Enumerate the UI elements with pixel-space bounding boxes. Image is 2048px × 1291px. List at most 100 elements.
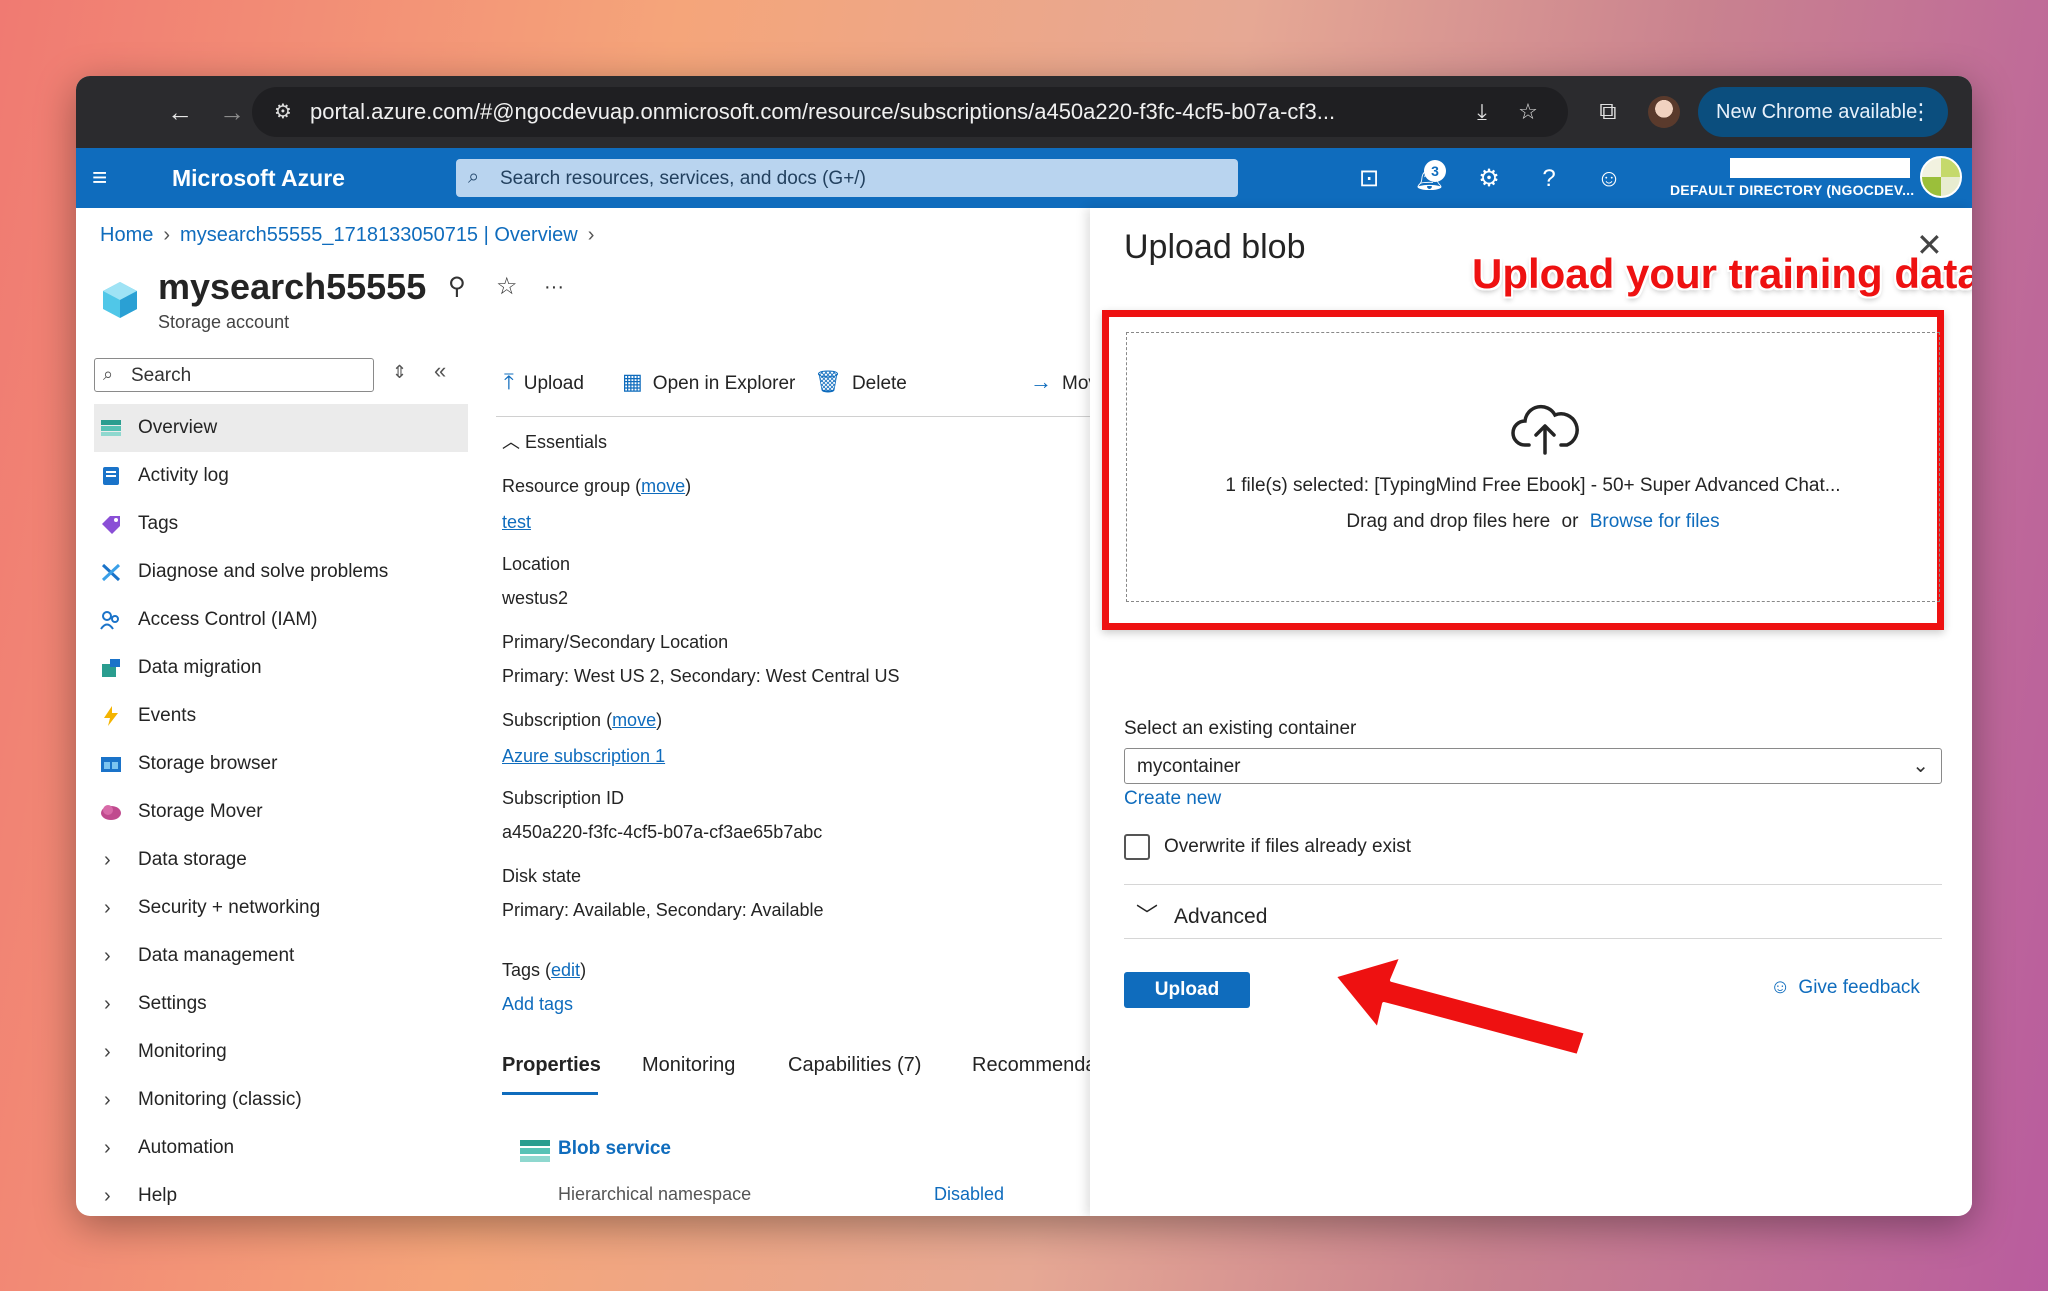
tab-recommendations[interactable]: Recommenda [972,1054,1097,1077]
arrow-right-icon: → [1030,369,1052,394]
essentials-toggle[interactable]: ︿ Essentials [502,428,607,454]
sidebar-search-input[interactable]: ⌕ Search [94,358,374,392]
back-icon[interactable]: ← [164,96,196,128]
sidebar-item-tags[interactable]: Tags [94,500,468,548]
create-new-link[interactable]: Create new [1124,788,1221,810]
advanced-toggle[interactable]: ﹀ Advanced [1136,898,1267,930]
open-explorer-command[interactable]: ▦ Open in Explorer [622,362,795,404]
sidebar-item-events[interactable]: Events [94,692,468,740]
help-icon[interactable]: ? [1534,164,1564,194]
give-feedback-link[interactable]: ☺ Give feedback [1770,976,1920,999]
azure-brand[interactable]: Microsoft Azure [172,165,345,192]
tab-monitoring[interactable]: Monitoring [642,1054,735,1077]
sidebar-search-placeholder: Search [131,365,192,386]
sidebar-group-monitoring-classic[interactable]: › Monitoring (classic) [94,1076,468,1124]
sidebar-group-data-storage[interactable]: › Data storage [94,836,468,884]
portal-menu-icon[interactable]: ≡ [92,164,118,190]
breadcrumb-home[interactable]: Home [100,224,153,246]
notification-badge: 3 [1424,160,1446,182]
activity-log-icon [103,467,119,485]
sidebar-item-label: Data storage [138,849,247,870]
breadcrumb: Home › mysearch55555_1718133050715 | Overv… [100,224,604,247]
browse-files-link[interactable]: Browse for files [1590,511,1720,532]
search-icon: ⌕ [103,364,114,384]
subscription-value[interactable]: Azure subscription 1 [502,746,665,767]
give-feedback-label: Give feedback [1798,977,1920,998]
file-drop-zone[interactable]: 1 file(s) selected: [TypingMind Free Ebo… [1126,332,1940,602]
resource-group-value[interactable]: test [502,512,531,533]
install-app-icon[interactable]: ⤓ [1468,98,1496,126]
sidebar-group-security-networking[interactable]: › Security + networking [94,884,468,932]
move-resource-group-link[interactable]: move [641,476,685,496]
bookmark-star-icon[interactable]: ☆ [1514,98,1542,126]
toolbar-divider [496,416,1090,417]
sidebar-item-storage-mover[interactable]: Storage Mover [94,788,468,836]
advanced-label: Advanced [1174,905,1268,928]
sidebar-item-activity-log[interactable]: Activity log [94,452,468,500]
blob-service-title[interactable]: Blob service [558,1138,671,1160]
sidebar-group-help[interactable]: › Help [94,1172,468,1216]
hierarchical-namespace-value[interactable]: Disabled [934,1184,1004,1205]
upload-button[interactable]: Upload [1124,972,1250,1008]
move-subscription-link[interactable]: move [612,710,656,730]
cloud-mover-icon [101,805,121,820]
sidebar-group-settings[interactable]: › Settings [94,980,468,1028]
subscription-id-value: a450a220-f3fc-4cf5-b07a-cf3ae65b7abc [502,822,823,842]
chrome-menu-icon[interactable]: ⋮ [1910,87,1932,137]
subscription-label: Subscription (move) [502,710,663,730]
favorite-star-icon[interactable]: ☆ [496,272,518,301]
address-bar[interactable]: ⚙ portal.azure.com/#@ngocdevuap.onmicros… [252,87,1568,137]
or-text: or [1561,511,1579,532]
upload-command-label: Upload [523,373,584,394]
location-value: westus2 [502,588,569,608]
directory-name[interactable]: DEFAULT DIRECTORY (NGOCDEV... [1670,182,1914,198]
sidebar-item-overview[interactable]: Overview [94,404,468,452]
sidebar-item-label: Data management [138,945,295,966]
extensions-icon[interactable]: ⧉ [1592,96,1624,128]
more-options-icon[interactable]: ··· [544,276,564,299]
edit-tags-link[interactable]: edit [551,960,580,980]
sidebar-item-label: Access Control (IAM) [138,609,318,630]
chevron-right-icon: › [104,1089,111,1111]
divider [1124,938,1942,939]
open-explorer-label: Open in Explorer [652,373,796,394]
breadcrumb-overview[interactable]: mysearch55555_1718133050715 | Overview [180,224,578,246]
sidebar-item-data-migration[interactable]: Data migration [94,644,468,692]
tags-label-text: Tags [502,960,541,980]
sidebar-item-label: Storage Mover [138,801,263,822]
storage-browser-icon [101,757,121,772]
collapse-sidebar-icon[interactable]: « [434,358,446,384]
chevron-right-icon: › [104,945,111,967]
site-settings-icon[interactable]: ⚙ [270,99,296,125]
feedback-icon[interactable]: ☺ [1594,164,1624,194]
new-chrome-button[interactable]: New Chrome available ⋮ [1698,87,1948,137]
sidebar-item-diagnose[interactable]: Diagnose and solve problems [94,548,468,596]
global-search-input[interactable]: ⌕ Search resources, services, and docs (… [456,159,1238,197]
forward-icon[interactable]: → [216,96,248,128]
profile-avatar[interactable] [1648,96,1680,128]
upload-command[interactable]: ⤒ Upload [504,362,584,404]
sidebar-item-storage-browser[interactable]: Storage browser [94,740,468,788]
sidebar-item-label: Storage browser [138,753,278,774]
container-select[interactable]: mycontainer ⌄ [1124,748,1942,784]
delete-command[interactable]: 🗑︎ Delete [814,362,907,404]
sidebar-menu: Overview Activity log Tags Diagnose and … [94,404,468,1216]
tab-properties[interactable]: Properties [502,1054,601,1077]
overwrite-checkbox[interactable] [1124,834,1150,860]
add-tags-link[interactable]: Add tags [502,994,573,1015]
sidebar-item-iam[interactable]: Access Control (IAM) [94,596,468,644]
overwrite-label[interactable]: Overwrite if files already exist [1164,836,1411,858]
account-avatar[interactable] [1920,156,1962,198]
sidebar-group-monitoring[interactable]: › Monitoring [94,1028,468,1076]
tab-capabilities[interactable]: Capabilities (7) [788,1054,921,1077]
cloud-shell-icon[interactable]: ⊡ [1354,164,1384,194]
sidebar-group-automation[interactable]: › Automation [94,1124,468,1172]
pin-icon[interactable]: ⚲ [448,272,466,301]
expand-collapse-icon[interactable]: ⇕ [392,362,407,383]
sidebar-group-data-management[interactable]: › Data management [94,932,468,980]
settings-gear-icon[interactable]: ⚙ [1474,164,1504,194]
resource-group-label: Resource group (move) [502,476,692,496]
url-text[interactable]: portal.azure.com/#@ngocdevuap.onmicrosof… [310,99,1335,125]
hierarchical-namespace-label: Hierarchical namespace [558,1184,752,1204]
account-name-redacted[interactable] [1730,158,1910,178]
